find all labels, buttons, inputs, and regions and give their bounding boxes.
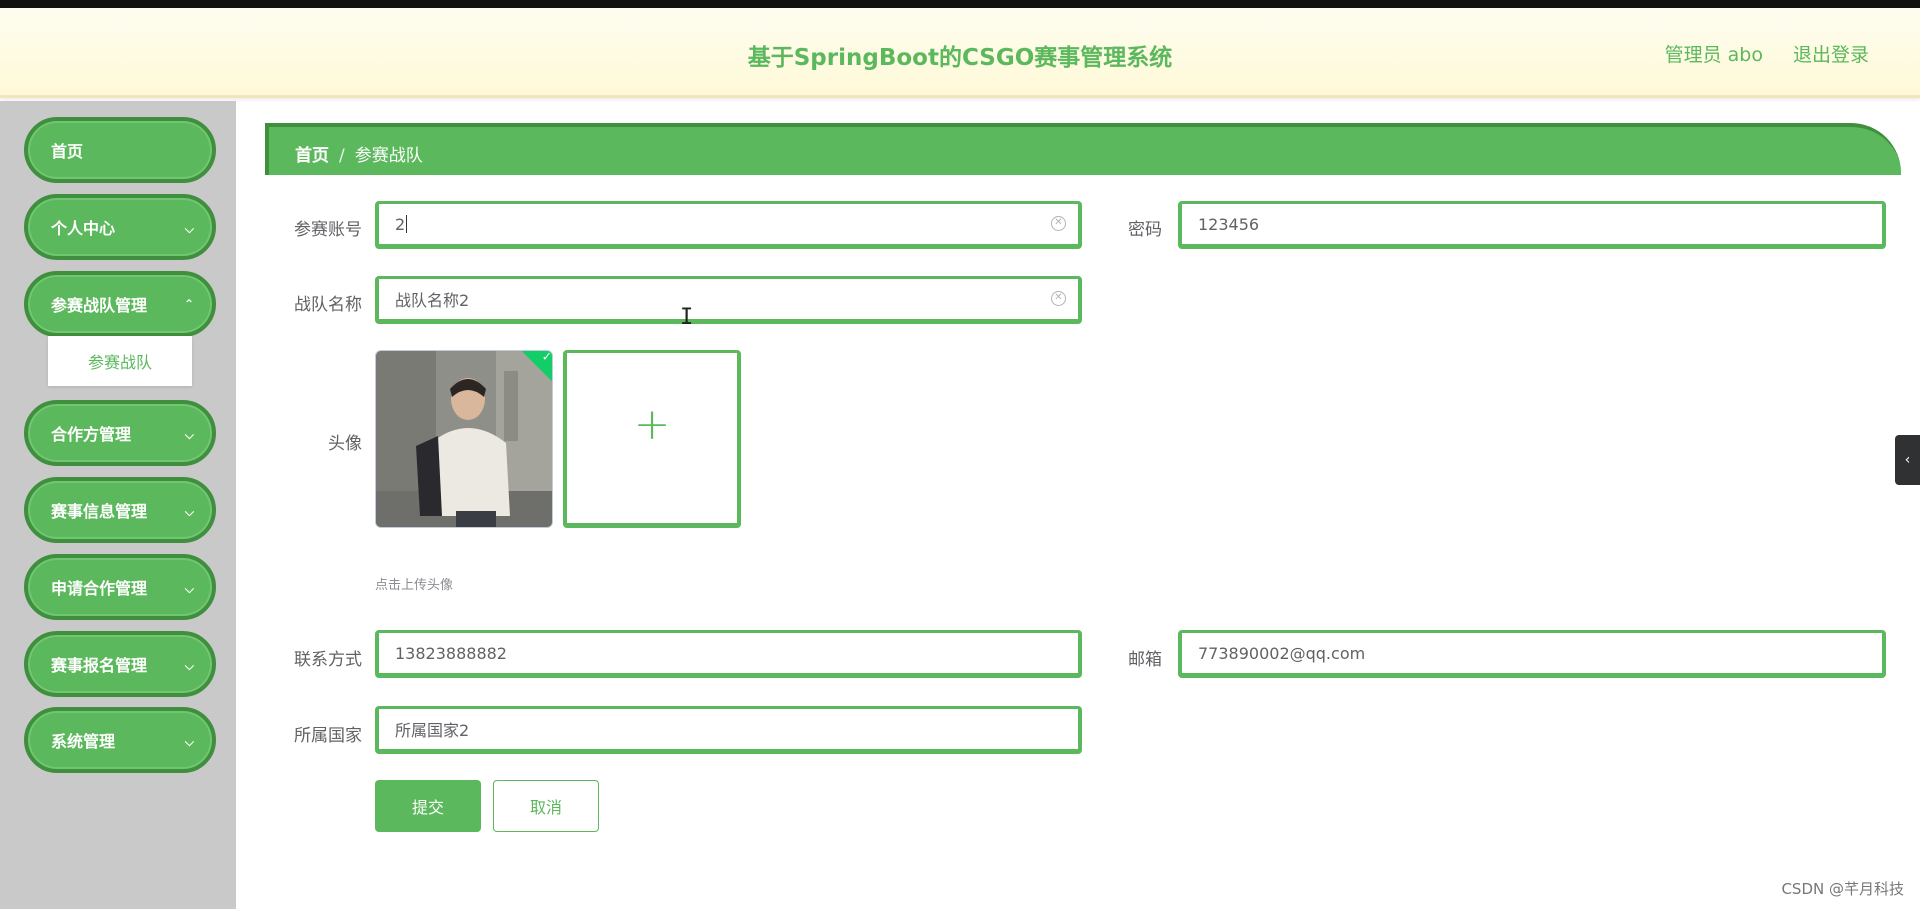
sidebar-item-cooperation-application[interactable]: 申请合作管理 ⌵ (24, 554, 216, 620)
password-value: 123456 (1198, 214, 1260, 234)
breadcrumb-separator: / (339, 146, 345, 166)
team-name-input[interactable]: 战队名称2 ✕ (375, 276, 1082, 324)
account-label: 参赛账号 (294, 220, 362, 240)
breadcrumb-current: 参赛战队 (354, 146, 423, 166)
upload-avatar-button[interactable]: + (563, 350, 741, 528)
sidebar-item-system-management[interactable]: 系统管理 ⌵ (24, 707, 216, 773)
country-input[interactable]: 所属国家2 (375, 706, 1082, 754)
sidebar-item-label: 赛事报名管理 (51, 656, 148, 675)
avatar-photo (376, 351, 552, 527)
plus-icon: + (633, 399, 671, 450)
sidebar-item-event-info-management[interactable]: 赛事信息管理 ⌵ (24, 477, 216, 543)
chevron-left-icon: ‹ (1904, 452, 1911, 468)
breadcrumb-home[interactable]: 首页 (295, 146, 329, 166)
text-cursor-icon: I (680, 305, 694, 330)
chevron-down-icon: ⌵ (184, 505, 194, 519)
account-input[interactable]: 2 ✕ (375, 201, 1082, 249)
window-top-strip (0, 0, 1920, 8)
logout-link[interactable]: 退出登录 (1793, 40, 1869, 67)
sidebar-item-partner-management[interactable]: 合作方管理 ⌵ (24, 400, 216, 466)
contact-value: 13823888882 (395, 643, 507, 663)
app-title: 基于SpringBoot的CSGO赛事管理系统 (747, 45, 1173, 71)
upload-hint: 点击上传头像 (375, 578, 454, 593)
submit-button[interactable]: 提交 (375, 780, 481, 832)
account-value: 2 (395, 214, 406, 234)
email-value: 773890002@qq.com (1198, 643, 1366, 663)
password-label: 密码 (1128, 220, 1162, 240)
sidebar-item-home[interactable]: 首页 (24, 117, 216, 183)
contact-input[interactable]: 13823888882 (375, 630, 1082, 678)
sidebar-item-personal-center[interactable]: 个人中心 ⌵ (24, 194, 216, 260)
chevron-down-icon: ⌵ (184, 582, 194, 596)
sidebar-item-team-management[interactable]: 参赛战队管理 ⌃ (24, 271, 216, 337)
password-input[interactable]: 123456 (1178, 201, 1886, 249)
sidebar-item-label: 申请合作管理 (51, 579, 148, 598)
clear-icon[interactable]: ✕ (1051, 291, 1066, 306)
email-label: 邮箱 (1128, 650, 1162, 670)
sidebar-item-label: 参赛战队管理 (51, 296, 148, 315)
check-icon: ✓ (541, 350, 552, 364)
sidebar-item-label: 赛事信息管理 (51, 502, 148, 521)
text-caret (406, 215, 408, 233)
sidebar-item-event-registration[interactable]: 赛事报名管理 ⌵ (24, 631, 216, 697)
sidebar-item-label: 合作方管理 (51, 425, 132, 444)
cancel-button[interactable]: 取消 (493, 780, 599, 832)
header: 基于SpringBoot的CSGO赛事管理系统 管理员 abo 退出登录 (0, 8, 1920, 98)
sidebar-item-label: 个人中心 (51, 219, 116, 238)
email-input[interactable]: 773890002@qq.com (1178, 630, 1886, 678)
sidebar-item-label: 系统管理 (51, 732, 116, 751)
avatar-thumbnail[interactable]: ✓ (375, 350, 553, 528)
sidebar-item-label: 首页 (51, 142, 84, 161)
chevron-down-icon: ⌵ (184, 222, 194, 236)
country-value: 所属国家2 (395, 721, 470, 740)
current-user: 管理员 abo (1664, 44, 1763, 66)
chevron-up-icon: ⌃ (183, 297, 194, 311)
contact-label: 联系方式 (294, 650, 362, 670)
avatar-label: 头像 (328, 434, 362, 454)
watermark: CSDN @芊月科技 (1781, 880, 1904, 898)
submenu-item-teams[interactable]: 参赛战队 (48, 336, 192, 386)
chevron-down-icon: ⌵ (184, 659, 194, 673)
country-label: 所属国家 (294, 726, 362, 746)
team-name-value: 战队名称2 (395, 291, 470, 310)
chevron-down-icon: ⌵ (184, 735, 194, 749)
chevron-down-icon: ⌵ (184, 428, 194, 442)
team-name-label: 战队名称 (294, 295, 362, 315)
collapse-panel-button[interactable]: ‹ (1895, 435, 1920, 485)
breadcrumb: 首页 / 参赛战队 (265, 123, 1901, 175)
